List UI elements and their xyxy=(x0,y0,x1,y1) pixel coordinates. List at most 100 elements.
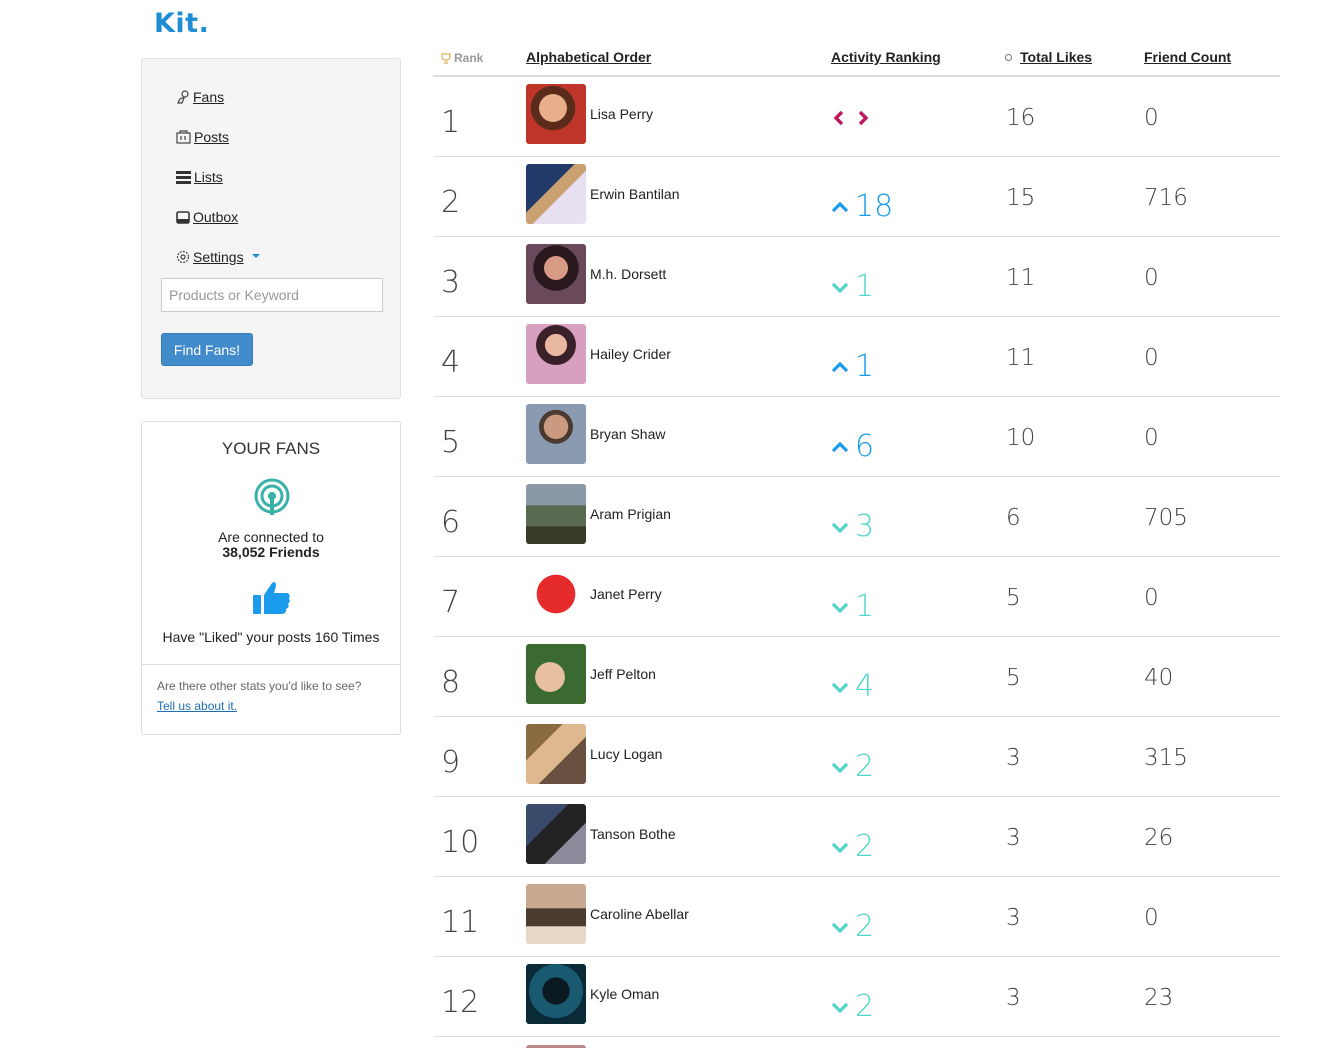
avatar[interactable] xyxy=(526,164,586,224)
total-likes: 3 xyxy=(1006,825,1021,851)
fan-name[interactable]: Tanson Bothe xyxy=(590,826,676,842)
side-navigation: Fans Posts Lists Outbox Settings Find Fa… xyxy=(141,58,401,399)
tell-us-link[interactable]: Tell us about it. xyxy=(157,699,237,713)
avatar[interactable] xyxy=(526,884,586,944)
rank-number: 9 xyxy=(441,745,461,780)
fan-name[interactable]: Erwin Bantilan xyxy=(590,186,680,202)
nav-fans-label[interactable]: Fans xyxy=(193,89,224,105)
activity-change: 1 xyxy=(831,269,874,304)
nav-posts-label[interactable]: Posts xyxy=(194,129,229,145)
table-row[interactable]: 11 Caroline Abellar 2 3 0 xyxy=(433,877,1280,957)
rank-number: 3 xyxy=(441,265,461,300)
kit-logo[interactable]: Kit. xyxy=(154,8,209,39)
activity-change: 18 xyxy=(831,189,893,224)
chevron-down-icon[interactable] xyxy=(251,254,260,258)
total-likes: 3 xyxy=(1006,985,1021,1011)
activity-change-value: 18 xyxy=(855,189,894,224)
activity-change-value: 2 xyxy=(855,749,875,784)
activity-change-value: 2 xyxy=(855,909,875,944)
friend-count: 23 xyxy=(1144,985,1174,1011)
fan-name[interactable]: Caroline Abellar xyxy=(590,906,689,922)
friends-sort-header[interactable]: Friend Count xyxy=(1144,49,1231,65)
activity-change-value: 2 xyxy=(855,989,875,1024)
avatar[interactable] xyxy=(526,324,586,384)
fan-name[interactable]: M.h. Dorsett xyxy=(590,266,666,282)
chevron-up-icon xyxy=(831,361,849,372)
table-row[interactable]: 4 Hailey Crider 1 11 0 xyxy=(433,317,1280,397)
table-row[interactable]: 6 Aram Prigian 3 6 705 xyxy=(433,477,1280,557)
chevron-down-icon xyxy=(831,922,849,933)
rank-number: 8 xyxy=(441,665,461,700)
avatar[interactable] xyxy=(526,644,586,704)
table-row[interactable]: 5 Bryan Shaw 6 10 0 xyxy=(433,397,1280,477)
friend-count: 0 xyxy=(1144,265,1159,291)
avatar[interactable] xyxy=(526,804,586,864)
nav-lists-label[interactable]: Lists xyxy=(194,169,223,185)
avatar[interactable] xyxy=(526,404,586,464)
fan-name[interactable]: Aram Prigian xyxy=(590,506,671,522)
nav-settings[interactable]: Settings xyxy=(176,249,260,265)
friend-count: 0 xyxy=(1144,585,1159,611)
activity-change: 4 xyxy=(831,669,874,704)
divider xyxy=(142,664,400,665)
code-brackets-icon xyxy=(833,110,869,126)
table-row[interactable]: 3 M.h. Dorsett 1 11 0 xyxy=(433,237,1280,317)
friend-count: 0 xyxy=(1144,345,1159,371)
nav-outbox-label[interactable]: Outbox xyxy=(193,209,238,225)
activity-change-value: 4 xyxy=(855,669,875,704)
rank-number: 2 xyxy=(441,185,461,220)
table-row[interactable]: 2 Erwin Bantilan 18 15 716 xyxy=(433,157,1280,237)
table-row[interactable]: 8 Jeff Pelton 4 5 40 xyxy=(433,637,1280,717)
activity-sort-header[interactable]: Activity Ranking xyxy=(831,49,941,65)
avatar[interactable] xyxy=(526,724,586,784)
friend-count: 0 xyxy=(1144,905,1159,931)
fan-name[interactable]: Janet Perry xyxy=(590,586,662,602)
avatar[interactable] xyxy=(526,964,586,1024)
outbox-icon xyxy=(176,210,190,224)
table-row[interactable]: 9 Lucy Logan 2 3 315 xyxy=(433,717,1280,797)
fan-name[interactable]: Jeff Pelton xyxy=(590,666,656,682)
find-fans-button[interactable]: Find Fans! xyxy=(161,333,253,366)
likes-sort-header[interactable]: Total Likes xyxy=(1005,49,1092,65)
fans-icon xyxy=(177,90,189,104)
gear-icon xyxy=(176,250,190,264)
chevron-down-icon xyxy=(831,1002,849,1013)
fan-name[interactable]: Kyle Oman xyxy=(590,986,659,1002)
avatar[interactable] xyxy=(526,484,586,544)
activity-change-value: 3 xyxy=(855,509,875,544)
rank-header[interactable]: Rank xyxy=(441,51,483,65)
rank-number: 5 xyxy=(441,425,461,460)
broadcast-icon xyxy=(254,478,290,515)
total-likes: 5 xyxy=(1006,665,1021,691)
table-row[interactable]: 1 Lisa Perry 16 0 xyxy=(433,77,1280,157)
fan-name[interactable]: Lisa Perry xyxy=(590,106,653,122)
activity-change-value: 6 xyxy=(855,429,875,464)
activity-change: 6 xyxy=(831,429,874,464)
nav-posts[interactable]: Posts xyxy=(176,129,229,145)
nav-outbox[interactable]: Outbox xyxy=(176,209,238,225)
table-row[interactable]: 12 Kyle Oman 2 3 23 xyxy=(433,957,1280,1037)
avatar[interactable] xyxy=(526,244,586,304)
table-row[interactable]: 7 Janet Perry 1 5 0 xyxy=(433,557,1280,637)
avatar[interactable] xyxy=(526,84,586,144)
likes-header-label[interactable]: Total Likes xyxy=(1020,49,1092,65)
fan-name[interactable]: Lucy Logan xyxy=(590,746,662,762)
total-likes: 3 xyxy=(1006,745,1021,771)
fan-name[interactable]: Hailey Crider xyxy=(590,346,671,362)
search-input[interactable] xyxy=(161,278,383,312)
avatar[interactable] xyxy=(526,564,586,624)
nav-lists[interactable]: Lists xyxy=(176,169,223,185)
nav-fans[interactable]: Fans xyxy=(176,89,224,105)
activity-change: 1 xyxy=(831,589,874,624)
alphabetical-sort-header[interactable]: Alphabetical Order xyxy=(526,49,651,65)
fan-name[interactable]: Bryan Shaw xyxy=(590,426,665,442)
nav-settings-label[interactable]: Settings xyxy=(193,249,244,265)
chevron-down-icon xyxy=(831,522,849,533)
rank-number: 4 xyxy=(441,345,461,380)
rank-header-label[interactable]: Rank xyxy=(454,51,483,65)
total-likes: 15 xyxy=(1006,185,1036,211)
friend-count: 705 xyxy=(1144,505,1188,531)
table-row[interactable]: 10 Tanson Bothe 2 3 26 xyxy=(433,797,1280,877)
total-likes: 16 xyxy=(1006,105,1036,131)
rank-number: 6 xyxy=(441,505,461,540)
